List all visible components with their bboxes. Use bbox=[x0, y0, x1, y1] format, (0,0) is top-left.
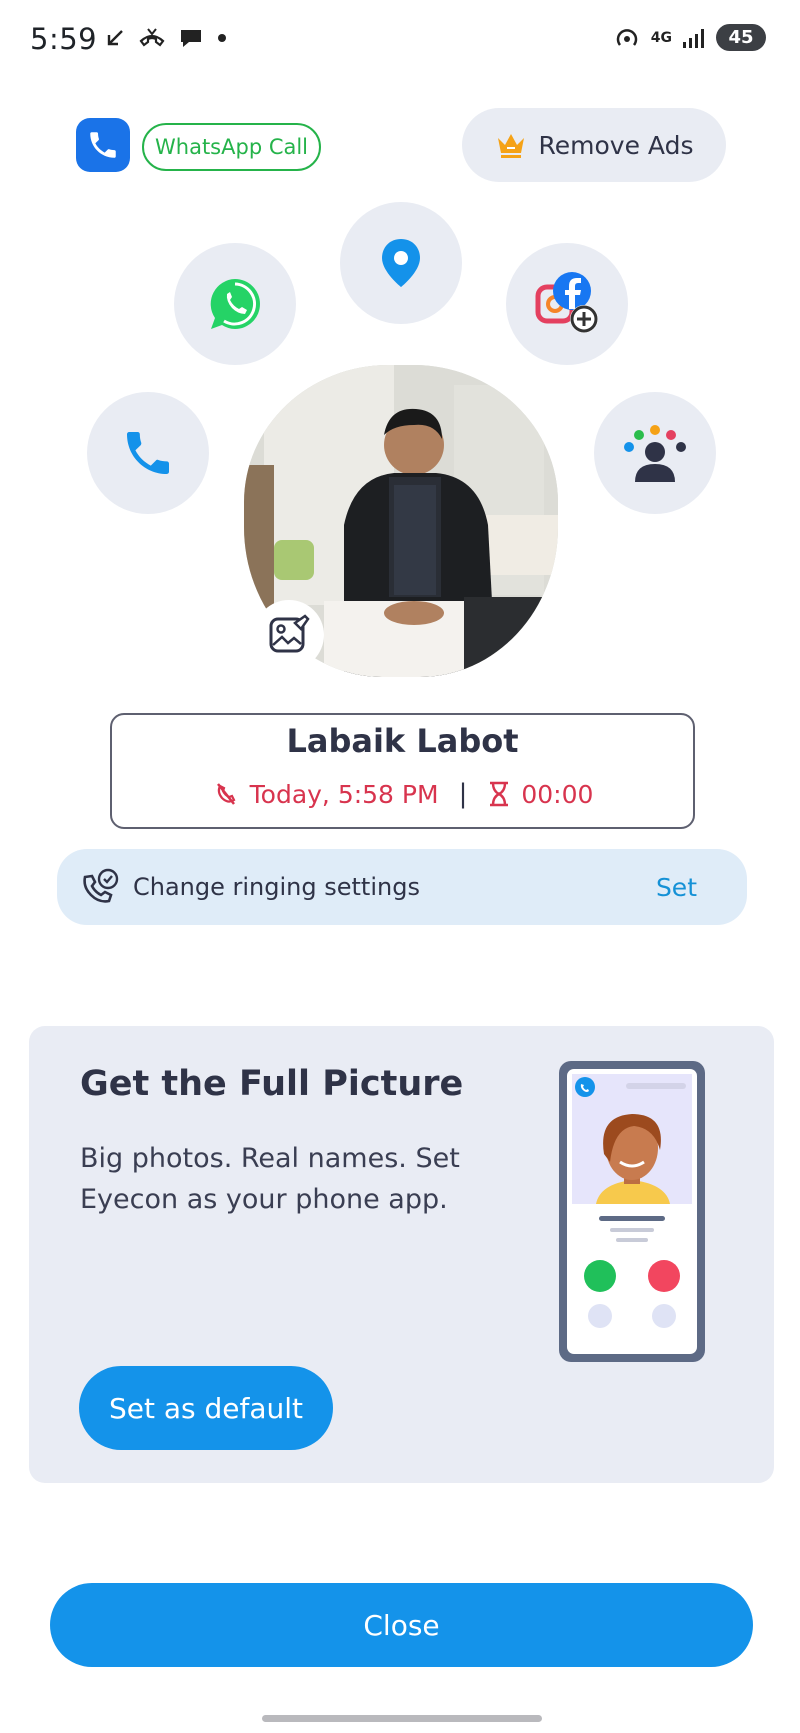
chat-bubble-icon bbox=[181, 30, 201, 47]
home-indicator[interactable] bbox=[262, 1715, 542, 1722]
whatsapp-call-badge[interactable]: WhatsApp Call bbox=[142, 123, 322, 171]
dot-icon bbox=[218, 34, 226, 42]
app-logo bbox=[76, 118, 130, 172]
remove-ads-button[interactable]: Remove Ads bbox=[462, 108, 726, 182]
call-ended-icon bbox=[139, 28, 165, 47]
signal-icon bbox=[683, 28, 704, 48]
contact-card: Labaik Labot Today, 5:58 PM | 00:00 bbox=[110, 713, 695, 829]
status-notification-icons bbox=[104, 26, 228, 50]
promo-body: Big photos. Real names. Set Eyecon as yo… bbox=[80, 1143, 460, 1215]
contacts-group-icon bbox=[624, 425, 686, 482]
set-as-default-button[interactable]: Set as default bbox=[79, 1366, 333, 1450]
remove-ads-label: Remove Ads bbox=[538, 130, 694, 160]
social-add-action-button[interactable] bbox=[506, 243, 628, 365]
ringing-settings-bar[interactable]: Change ringing settings Set bbox=[57, 849, 747, 925]
edit-photo-icon bbox=[269, 614, 310, 653]
phone-illustration bbox=[559, 1061, 705, 1362]
call-info-row: Today, 5:58 PM | 00:00 bbox=[112, 779, 693, 809]
phone-check-icon bbox=[83, 868, 119, 903]
missed-call-arrow-icon bbox=[107, 30, 123, 46]
whatsapp-icon bbox=[210, 279, 260, 329]
phone-call-action-button[interactable] bbox=[87, 392, 209, 514]
network-type: 4G bbox=[650, 29, 672, 46]
call-info-separator: | bbox=[458, 779, 468, 809]
crown-icon bbox=[497, 134, 524, 158]
close-button[interactable]: Close bbox=[50, 1583, 753, 1667]
location-action-button[interactable] bbox=[340, 202, 462, 324]
phone-icon bbox=[90, 132, 116, 158]
contacts-group-action-button[interactable] bbox=[594, 392, 716, 514]
call-duration: 00:00 bbox=[521, 779, 594, 809]
phone-icon bbox=[127, 432, 169, 474]
contact-name: Labaik Labot bbox=[286, 722, 519, 760]
whatsapp-action-button[interactable] bbox=[174, 243, 296, 365]
missed-call-icon bbox=[216, 783, 236, 805]
status-time: 5:59 bbox=[30, 22, 98, 56]
call-time: Today, 5:58 PM bbox=[249, 779, 439, 809]
status-system-icons: 4G 45 bbox=[613, 24, 766, 51]
social-add-icon bbox=[535, 272, 598, 333]
hourglass-icon bbox=[490, 781, 509, 807]
location-icon bbox=[382, 239, 420, 287]
hotspot-icon bbox=[616, 28, 637, 46]
battery-indicator: 45 bbox=[716, 24, 766, 51]
edit-photo-button[interactable] bbox=[254, 600, 324, 670]
promo-title: Get the Full Picture bbox=[80, 1064, 464, 1104]
ringing-set-button[interactable]: Set bbox=[656, 873, 697, 902]
ringing-settings-label: Change ringing settings bbox=[133, 873, 420, 901]
